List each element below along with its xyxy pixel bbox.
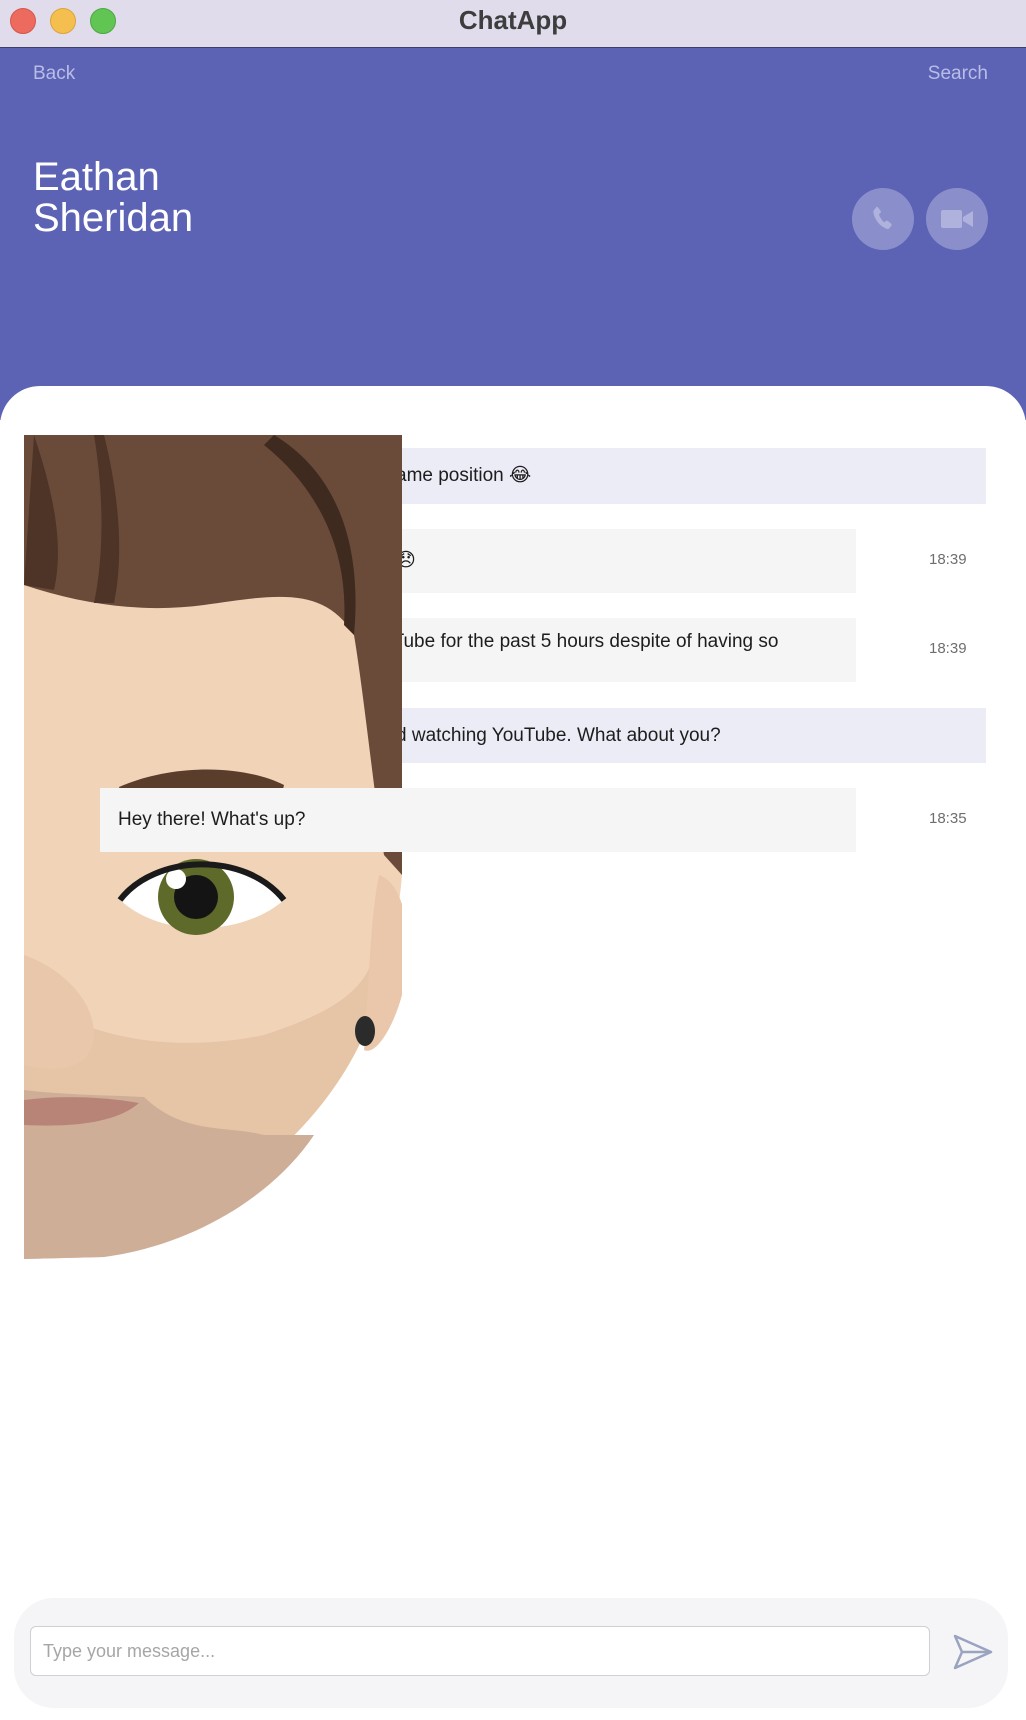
back-button[interactable]: Back bbox=[33, 62, 75, 86]
message-time: 18:39 bbox=[929, 640, 967, 657]
message-input[interactable] bbox=[30, 1626, 930, 1676]
contact-first-name: Eathan bbox=[33, 155, 160, 199]
message-text: Hey there! What's up? bbox=[118, 809, 306, 830]
voice-call-button[interactable] bbox=[852, 188, 914, 250]
message-time: 18:39 bbox=[929, 551, 967, 568]
chat-header: Back Search Eathan Sheridan bbox=[0, 48, 1026, 420]
phone-icon bbox=[873, 206, 892, 229]
contact-name: Eathan Sheridan bbox=[33, 157, 333, 239]
message-bubble: Hey there! What's up? bbox=[100, 788, 856, 852]
app-title: ChatApp bbox=[458, 5, 568, 35]
message-composer bbox=[14, 1598, 1008, 1708]
send-button[interactable] bbox=[951, 1630, 995, 1674]
search-button[interactable]: Search bbox=[928, 62, 988, 86]
video-call-button[interactable] bbox=[926, 188, 988, 250]
video-camera-icon bbox=[941, 210, 973, 228]
contact-last-name: Sheridan bbox=[33, 196, 194, 240]
message-text: uTube for the past 5 hours despite of ha… bbox=[382, 631, 779, 652]
window-titlebar: ChatApp bbox=[0, 0, 1026, 48]
message-text: d watching YouTube. What about you? bbox=[396, 725, 721, 746]
send-icon bbox=[953, 1634, 993, 1670]
message-text: ame position 😂 bbox=[396, 465, 532, 486]
message-time: 18:35 bbox=[929, 810, 967, 827]
